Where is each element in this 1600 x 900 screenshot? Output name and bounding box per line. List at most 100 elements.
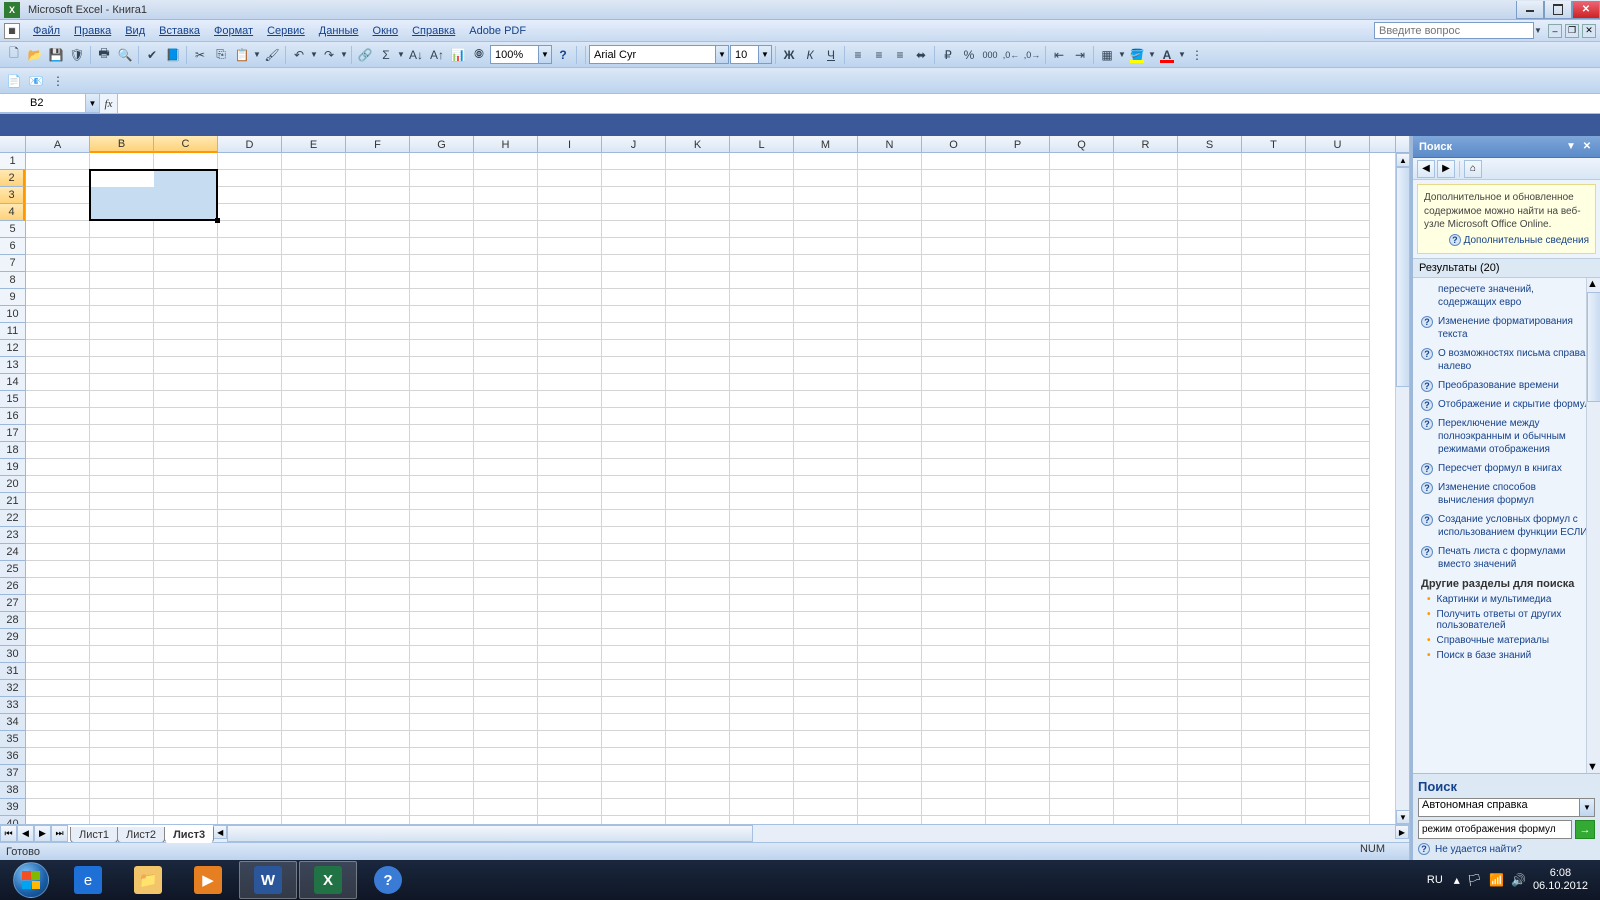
fx-icon[interactable]: fx bbox=[100, 94, 118, 113]
menu-help[interactable]: Справка bbox=[405, 23, 462, 39]
row-header-23[interactable]: 23 bbox=[0, 527, 25, 544]
ask-dropdown-icon[interactable]: ▼ bbox=[1534, 26, 1542, 35]
row-header-14[interactable]: 14 bbox=[0, 374, 25, 391]
bold-icon[interactable]: Ж bbox=[779, 45, 799, 65]
col-header-L[interactable]: L bbox=[730, 136, 794, 153]
menu-window[interactable]: Окно bbox=[366, 23, 406, 39]
fill-color-dropdown-icon[interactable]: ▼ bbox=[1148, 50, 1156, 59]
print-icon[interactable]: 🖶 bbox=[94, 45, 114, 65]
mdi-minimize-button[interactable]: – bbox=[1548, 24, 1562, 38]
tray-arrow-icon[interactable]: ▴ bbox=[1454, 873, 1460, 887]
row-header-26[interactable]: 26 bbox=[0, 578, 25, 595]
sort-asc-icon[interactable]: A↓ bbox=[406, 45, 426, 65]
row-header-8[interactable]: 8 bbox=[0, 272, 25, 289]
col-header-Q[interactable]: Q bbox=[1050, 136, 1114, 153]
row-header-24[interactable]: 24 bbox=[0, 544, 25, 561]
tray-volume-icon[interactable]: 🔊 bbox=[1511, 873, 1526, 887]
result-item[interactable]: ?Пересчет формул в книгах bbox=[1413, 459, 1600, 478]
toolbar2-options-icon[interactable]: ⋮ bbox=[48, 71, 68, 91]
result-item[interactable]: ?Изменение способов вычисления формул bbox=[1413, 478, 1600, 510]
row-header-16[interactable]: 16 bbox=[0, 408, 25, 425]
other-section-link[interactable]: Картинки и мультимедиа bbox=[1413, 592, 1600, 607]
vertical-scrollbar[interactable]: ▲ ▼ bbox=[1395, 153, 1409, 824]
col-header-H[interactable]: H bbox=[474, 136, 538, 153]
scroll-down-icon[interactable]: ▼ bbox=[1396, 810, 1409, 824]
comma-icon[interactable]: 000 bbox=[980, 45, 1000, 65]
menu-tools[interactable]: Сервис bbox=[260, 23, 312, 39]
hyperlink-icon[interactable]: 🔗 bbox=[355, 45, 375, 65]
start-button[interactable] bbox=[4, 861, 58, 899]
borders-icon[interactable]: ▦ bbox=[1097, 45, 1117, 65]
row-header-37[interactable]: 37 bbox=[0, 765, 25, 782]
mdi-close-button[interactable]: ✕ bbox=[1582, 24, 1596, 38]
col-header-M[interactable]: M bbox=[794, 136, 858, 153]
fill-color-icon[interactable]: 🪣 bbox=[1127, 45, 1147, 65]
print-preview-icon[interactable]: 🔍 bbox=[115, 45, 135, 65]
toolbar-options-icon[interactable]: ⋮ bbox=[1187, 45, 1207, 65]
currency-icon[interactable]: ₽ bbox=[938, 45, 958, 65]
nav-home-icon[interactable]: ⌂ bbox=[1464, 160, 1482, 178]
other-section-link[interactable]: Поиск в базе знаний bbox=[1413, 648, 1600, 663]
tray-network-icon[interactable]: 📶 bbox=[1489, 873, 1504, 887]
menu-edit[interactable]: Правка bbox=[67, 23, 118, 39]
maximize-button[interactable] bbox=[1544, 1, 1572, 19]
row-header-10[interactable]: 10 bbox=[0, 306, 25, 323]
menu-file[interactable]: Файл bbox=[26, 23, 67, 39]
drawing-icon[interactable]: 🞋 bbox=[469, 45, 489, 65]
row-header-17[interactable]: 17 bbox=[0, 425, 25, 442]
row-header-19[interactable]: 19 bbox=[0, 459, 25, 476]
col-header-F[interactable]: F bbox=[346, 136, 410, 153]
row-header-1[interactable]: 1 bbox=[0, 153, 25, 170]
font-color-dropdown-icon[interactable]: ▼ bbox=[1178, 50, 1186, 59]
col-header-P[interactable]: P bbox=[986, 136, 1050, 153]
research-icon[interactable]: 📘 bbox=[163, 45, 183, 65]
font-combo[interactable]: Arial Cyr▼ bbox=[589, 45, 729, 64]
autosum-dropdown-icon[interactable]: ▼ bbox=[397, 50, 405, 59]
decrease-indent-icon[interactable]: ⇤ bbox=[1049, 45, 1069, 65]
search-query-input[interactable] bbox=[1418, 820, 1572, 839]
font-size-combo[interactable]: 10▼ bbox=[730, 45, 772, 64]
taskpane-close-icon[interactable]: ✕ bbox=[1580, 140, 1594, 154]
col-header-N[interactable]: N bbox=[858, 136, 922, 153]
underline-icon[interactable]: Ч bbox=[821, 45, 841, 65]
sort-desc-icon[interactable]: A↑ bbox=[427, 45, 447, 65]
row-header-35[interactable]: 35 bbox=[0, 731, 25, 748]
col-header-O[interactable]: O bbox=[922, 136, 986, 153]
name-box[interactable]: B2▼ bbox=[0, 94, 100, 113]
tab-prev-icon[interactable]: ◀ bbox=[17, 825, 34, 842]
align-right-icon[interactable]: ≡ bbox=[890, 45, 910, 65]
col-header-U[interactable]: U bbox=[1306, 136, 1370, 153]
row-header-9[interactable]: 9 bbox=[0, 289, 25, 306]
tab-first-icon[interactable]: ⏮ bbox=[0, 825, 17, 842]
autosum-icon[interactable]: Σ bbox=[376, 45, 396, 65]
other-section-link[interactable]: Справочные материалы bbox=[1413, 633, 1600, 648]
minimize-button[interactable] bbox=[1516, 1, 1544, 19]
tp-scroll-down-icon[interactable]: ▼ bbox=[1587, 761, 1598, 773]
row-header-30[interactable]: 30 bbox=[0, 646, 25, 663]
new-icon[interactable]: 🗋 bbox=[4, 45, 24, 65]
tray-clock[interactable]: 6:08 06.10.2012 bbox=[1533, 867, 1588, 893]
scroll-left-icon[interactable]: ◀ bbox=[213, 825, 227, 839]
col-header-K[interactable]: K bbox=[666, 136, 730, 153]
column-split-handle[interactable] bbox=[1395, 136, 1409, 153]
other-section-link[interactable]: Получить ответы от других пользователей bbox=[1413, 607, 1600, 633]
align-left-icon[interactable]: ≡ bbox=[848, 45, 868, 65]
row-header-18[interactable]: 18 bbox=[0, 442, 25, 459]
row-header-32[interactable]: 32 bbox=[0, 680, 25, 697]
taskbar-help[interactable]: ? bbox=[359, 861, 417, 899]
col-header-G[interactable]: G bbox=[410, 136, 474, 153]
tray-flag-icon[interactable]: 🏳 bbox=[1467, 873, 1482, 887]
copy-icon[interactable]: ⎘ bbox=[211, 45, 231, 65]
help-icon[interactable]: ? bbox=[553, 45, 573, 65]
tp-scroll-thumb[interactable] bbox=[1587, 292, 1600, 402]
nav-back-icon[interactable]: ◀ bbox=[1417, 160, 1435, 178]
merge-center-icon[interactable]: ⬌ bbox=[911, 45, 931, 65]
ask-question-input[interactable] bbox=[1374, 22, 1534, 39]
align-center-icon[interactable]: ≡ bbox=[869, 45, 889, 65]
close-button[interactable] bbox=[1572, 1, 1600, 19]
row-header-4[interactable]: 4 bbox=[0, 204, 25, 221]
spelling-icon[interactable]: ✔ bbox=[142, 45, 162, 65]
row-header-28[interactable]: 28 bbox=[0, 612, 25, 629]
redo-dropdown-icon[interactable]: ▼ bbox=[340, 50, 348, 59]
result-item[interactable]: ?Преобразование времени bbox=[1413, 376, 1600, 395]
